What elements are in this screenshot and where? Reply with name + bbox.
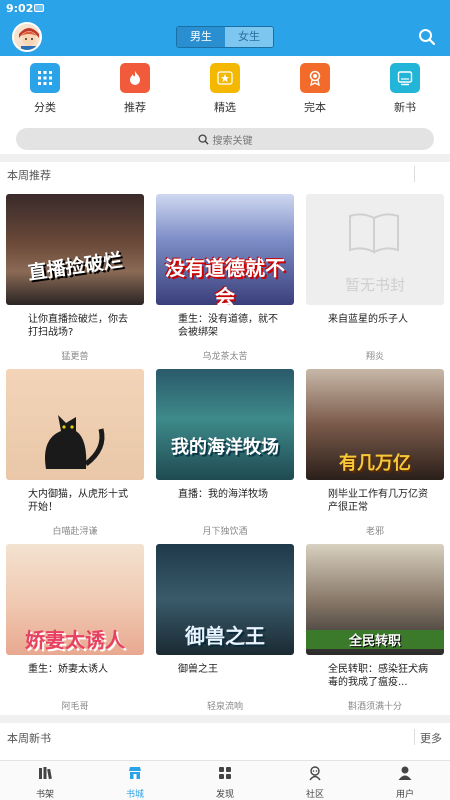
sim-card-icon [34,4,44,12]
medal-icon [300,63,330,93]
cover-title: 没有道德就不会 [165,256,285,305]
section-divider [0,715,450,723]
tab-label: 发现 [215,790,234,800]
status-bar: 9:02 [0,0,450,18]
section-header-weekly: 本周推荐 [0,162,450,186]
book-cover[interactable]: 直播捡破烂 [6,194,144,305]
search-icon[interactable] [418,28,436,46]
book-cover[interactable]: 没有道德就不会 [156,194,294,305]
section-separator [414,166,415,182]
book-title: 刚毕业工作有几万亿资产很正常 [328,489,428,513]
tab-female[interactable]: 女生 [225,27,273,47]
book-author: 月下独饮酒 [202,527,248,537]
tab-user[interactable]: 用户 [380,765,430,800]
book-card[interactable]: 全民转职 全民转职：感染狂犬病毒的我成了瘟疫... 斟酒须满十分 [306,544,444,712]
category-label: 完本 [304,101,326,114]
book-card[interactable]: 大内御猫，从虎形十式开始！ 白喵赴浔谦 [6,369,144,537]
section-divider [0,154,450,162]
book-cover[interactable]: 有几万亿 [306,369,444,480]
book-cover[interactable]: 全民转职 [306,544,444,655]
cover-title: 有几万亿 [339,453,411,474]
category-label: 分类 [34,101,56,114]
category-label: 新书 [394,101,416,114]
section-header-new-books: 本周新书 更多 [0,725,450,749]
book-title: 重生：娇妻太诱人 [28,664,108,675]
book-card[interactable]: 御兽之王 御兽之王 轻泉流响 [156,544,294,712]
book-title: 全民转职：感染狂犬病毒的我成了瘟疫... [328,664,428,688]
book-author: 翔炎 [365,352,384,362]
book-author: 白喵赴浔谦 [52,527,98,537]
cover-title: 暂无书封 [344,276,405,294]
book-author: 老邪 [365,527,384,537]
book-cover[interactable]: 我的海洋牧场 [156,369,294,480]
search-placeholder: 搜索关键 [212,135,253,147]
tab-bookshelf[interactable]: 书架 [20,765,70,800]
book-cover[interactable] [6,369,144,480]
tab-label: 社区 [305,790,324,800]
cover-title: 全民转职 [306,630,444,649]
category-row: 分类 推荐 精选 完本 新书 [0,60,450,120]
book-title: 让你直播捡破烂，你去打扫战场? [28,314,128,338]
section-title: 本周推荐 [7,169,51,182]
search-input[interactable]: 搜索关键 [16,128,434,150]
avatar[interactable] [12,22,42,52]
book-card[interactable]: 直播捡破烂 让你直播捡破烂，你去打扫战场? 猛更兽 [6,194,144,362]
book-cover[interactable]: 御兽之王 [156,544,294,655]
status-time: 9:02 [6,2,34,15]
book-title: 重生：没有道德，就不会被绑架 [178,314,278,338]
book-card[interactable]: 有几万亿 刚毕业工作有几万亿资产很正常 老邪 [306,369,444,537]
tab-label: 用户 [395,790,414,800]
grid-icon [30,63,60,93]
app-header: 9:02 男生 女生 [0,0,450,56]
more-link[interactable]: 更多 [420,730,442,746]
category-recommend[interactable]: 推荐 [110,60,160,115]
book-card[interactable]: 我的海洋牧场 直播：我的海洋牧场 月下独饮酒 [156,369,294,537]
tab-discover[interactable]: 发现 [200,765,250,800]
tab-community[interactable]: 社区 [290,765,340,800]
section-separator [414,729,415,745]
bottom-tab-bar: 书架 书城 发现 社区 用户 [0,760,450,800]
section-title: 本周新书 [7,732,51,745]
discover-icon [219,767,231,779]
book-cover[interactable]: 暂无书封 [306,194,444,305]
cover-title: 娇妻太诱人 [25,628,125,652]
tab-label: 书城 [125,790,144,800]
book-title: 大内御猫，从虎形十式开始！ [28,489,128,513]
bookshelf-icon [39,767,52,780]
community-icon [309,766,321,781]
flame-icon [120,63,150,93]
user-icon [398,766,412,780]
cover-title: 我的海洋牧场 [171,437,279,458]
book-title: 来自蓝星的乐子人 [328,314,408,325]
book-card[interactable]: 暂无书封 来自蓝星的乐子人 翔炎 [306,194,444,362]
category-featured[interactable]: 精选 [200,60,250,115]
black-cat-icon [45,415,105,469]
category-label: 精选 [214,101,236,114]
star-icon [210,63,240,93]
book-title: 御兽之王 [178,664,218,675]
search-icon [197,133,209,145]
category-completed[interactable]: 完本 [290,60,340,115]
category-new-books[interactable]: 新书 [380,60,430,115]
monitor-icon [390,63,420,93]
store-icon [129,767,141,779]
tab-bookstore[interactable]: 书城 [110,765,160,800]
category-classify[interactable]: 分类 [20,60,70,115]
tab-label: 书架 [35,790,54,800]
book-author: 乌龙茶太苦 [202,352,248,362]
book-title: 直播：我的海洋牧场 [178,489,268,500]
cover-title: 直播捡破烂 [26,249,124,285]
category-label: 推荐 [124,101,146,114]
tab-male[interactable]: 男生 [177,27,225,47]
book-cover[interactable]: 娇妻太诱人 [6,544,144,655]
gender-toggle[interactable]: 男生 女生 [176,26,274,48]
book-author: 斟酒须满十分 [347,702,402,712]
book-card[interactable]: 没有道德就不会 重生：没有道德，就不会被绑架 乌龙茶太苦 [156,194,294,362]
book-author: 猛更兽 [61,352,89,362]
book-author: 阿毛哥 [61,702,89,712]
cover-title: 御兽之王 [185,624,265,648]
book-author: 轻泉流响 [206,702,243,712]
book-card[interactable]: 娇妻太诱人 重生：娇妻太诱人 阿毛哥 [6,544,144,712]
